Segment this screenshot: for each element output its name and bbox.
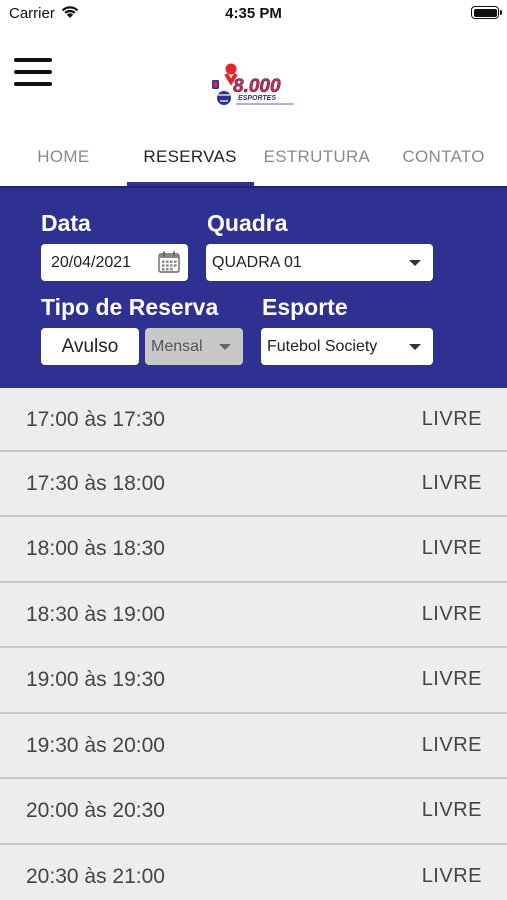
- esporte-value: Futebol Society: [267, 338, 378, 355]
- logo-number: 8.000: [233, 76, 281, 97]
- status-bar: Carrier 4:35 PM: [0, 0, 507, 28]
- time-slot-row[interactable]: 20:30 às 21:00 LIVRE: [0, 845, 507, 900]
- slot-time: 18:30 às 19:00: [26, 602, 165, 626]
- slot-time: 19:00 às 19:30: [26, 668, 165, 692]
- slot-time: 19:30 às 20:00: [26, 733, 165, 757]
- slot-time: 17:30 às 18:00: [26, 471, 165, 495]
- quadra-select[interactable]: QUADRA 01: [206, 244, 433, 281]
- logo-word: ESPORTES: [238, 95, 276, 102]
- tab-contato[interactable]: CONTATO: [380, 128, 507, 186]
- time-slot-row[interactable]: 17:00 às 17:30 LIVRE: [0, 388, 507, 452]
- slot-status: LIVRE: [421, 799, 482, 822]
- mensal-label: Mensal: [151, 338, 203, 355]
- date-field[interactable]: 20/04/2021: [41, 244, 188, 281]
- time-slot-row[interactable]: 19:30 às 20:00 LIVRE: [0, 714, 507, 780]
- chevron-down-icon: [409, 344, 421, 350]
- calendar-icon[interactable]: [157, 250, 181, 274]
- slot-time: 17:00 às 17:30: [26, 408, 165, 431]
- slot-status: LIVRE: [421, 537, 482, 560]
- time-slot-row[interactable]: 19:00 às 19:30 LIVRE: [0, 648, 507, 714]
- time-slot-row[interactable]: 18:30 às 19:00 LIVRE: [0, 583, 507, 649]
- time-slot-row[interactable]: 17:30 às 18:00 LIVRE: [0, 452, 507, 518]
- booking-filter-panel: Data Quadra 20/04/2021 QUADRA 01 Tipo de…: [0, 186, 507, 388]
- app-logo: 8.000 ESPORTES: [212, 63, 294, 105]
- hamburger-menu-icon[interactable]: [14, 58, 54, 92]
- avulso-button[interactable]: Avulso: [41, 328, 139, 365]
- chevron-down-icon: [219, 344, 231, 350]
- time-slot-list: 17:00 às 17:30 LIVRE 17:30 às 18:00 LIVR…: [0, 388, 507, 900]
- slot-status: LIVRE: [421, 471, 482, 494]
- app-header: 8.000 ESPORTES: [0, 28, 507, 128]
- date-label: Data: [41, 210, 91, 236]
- slot-status: LIVRE: [421, 408, 482, 430]
- tab-home[interactable]: HOME: [0, 128, 127, 186]
- mensal-select[interactable]: Mensal: [145, 328, 243, 365]
- date-value: 20/04/2021: [51, 254, 132, 271]
- slot-time: 20:00 às 20:30: [26, 799, 165, 823]
- slot-time: 18:00 às 18:30: [26, 537, 165, 561]
- status-time: 4:35 PM: [225, 5, 282, 22]
- battery-icon: [471, 6, 502, 19]
- slot-status: LIVRE: [421, 864, 482, 887]
- esporte-label: Esporte: [262, 294, 348, 320]
- chevron-down-icon: [409, 260, 421, 266]
- time-slot-row[interactable]: 20:00 às 20:30 LIVRE: [0, 779, 507, 845]
- slot-time: 20:30 às 21:00: [26, 864, 165, 888]
- quadra-value: QUADRA 01: [212, 254, 302, 271]
- time-slot-row[interactable]: 18:00 às 18:30 LIVRE: [0, 517, 507, 583]
- tab-reservas[interactable]: RESERVAS: [126, 128, 254, 186]
- tipo-reserva-label: Tipo de Reserva: [41, 294, 219, 320]
- slot-status: LIVRE: [421, 602, 482, 625]
- tab-bar: HOME RESERVAS ESTRUTURA CONTATO: [0, 128, 507, 186]
- slot-status: LIVRE: [421, 668, 482, 691]
- tab-estrutura[interactable]: ESTRUTURA: [254, 128, 381, 186]
- quadra-label: Quadra: [207, 210, 288, 236]
- esporte-select[interactable]: Futebol Society: [261, 328, 433, 365]
- slot-status: LIVRE: [421, 733, 482, 756]
